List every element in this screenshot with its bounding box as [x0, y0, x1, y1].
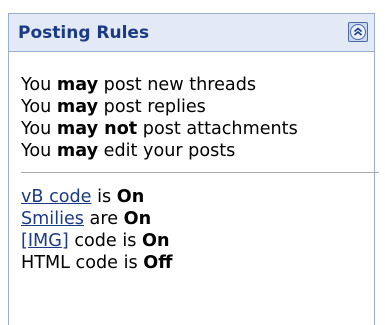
html-code-label: HTML code: [21, 253, 118, 273]
permission-status: may: [56, 97, 99, 117]
code-state: Off: [143, 253, 173, 273]
panel-title: Posting Rules: [18, 23, 150, 43]
panel-body: You may post new threads You may post re…: [21, 74, 379, 274]
code-row: HTML code is Off: [21, 253, 173, 273]
collapse-button[interactable]: [348, 22, 368, 42]
vb-code-link[interactable]: vB code: [21, 187, 92, 207]
smilies-link[interactable]: Smilies: [21, 209, 84, 229]
code-row: [IMG] code is On: [21, 231, 170, 251]
code-row: Smilies are On: [21, 209, 152, 229]
code-state: On: [142, 231, 170, 251]
permission-row: You may post replies: [21, 97, 206, 117]
img-code-link[interactable]: [IMG]: [21, 231, 69, 251]
permission-status: may not: [56, 119, 138, 139]
panel-header: Posting Rules: [9, 14, 374, 52]
code-row: vB code is On: [21, 187, 145, 207]
permission-status: may: [56, 75, 99, 95]
permission-status: may: [56, 141, 99, 161]
code-state: On: [123, 209, 152, 229]
collapse-up-chevrons-icon: [350, 24, 366, 40]
permission-row: You may edit your posts: [21, 141, 236, 161]
permission-row: You may post new threads: [21, 75, 257, 95]
posting-rules-panel: Posting Rules You may post new threads Y…: [8, 13, 379, 325]
code-state: On: [116, 187, 145, 207]
permission-row: You may not post attachments: [21, 119, 298, 139]
divider: [21, 172, 379, 173]
